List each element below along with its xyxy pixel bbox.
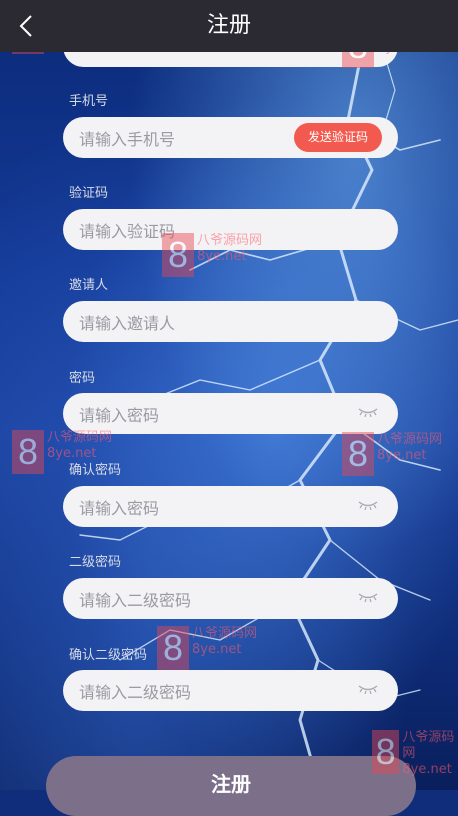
confirm-password-input[interactable]: 请输入密码 <box>63 486 398 527</box>
inviter-input[interactable]: 请输入邀请人 <box>63 301 398 342</box>
secondary-password-input[interactable]: 请输入二级密码 <box>63 578 398 619</box>
register-form: 手机号 请输入手机号 发送验证码 验证码 请输入验证码 邀请人 请输入邀请人 密… <box>0 0 458 816</box>
eye-closed-icon[interactable] <box>358 407 378 417</box>
label-verification-code: 验证码 <box>69 186 109 201</box>
label-secondary-password: 二级密码 <box>69 555 122 570</box>
page-title: 注册 <box>206 13 251 38</box>
eye-closed-icon[interactable] <box>358 592 378 602</box>
secondary-password-placeholder: 请输入二级密码 <box>79 590 192 610</box>
confirm-password-placeholder: 请输入密码 <box>79 498 160 518</box>
password-placeholder: 请输入密码 <box>79 405 160 425</box>
watermark-logo: 8 八爷源码网8ye.net <box>162 233 262 277</box>
register-button[interactable]: 注册 <box>46 756 416 816</box>
phone-placeholder: 请输入手机号 <box>79 129 176 149</box>
label-password: 密码 <box>69 371 96 386</box>
label-inviter: 邀请人 <box>69 278 109 293</box>
send-code-button[interactable]: 发送验证码 <box>293 123 382 152</box>
watermark-logo: 8 八爷源码网8ye.net <box>157 626 257 670</box>
watermark-logo: 8 八爷源码网8ye.net <box>342 432 442 476</box>
label-confirm-secondary-password: 确认二级密码 <box>69 648 148 663</box>
verification-code-placeholder: 请输入验证码 <box>79 221 176 241</box>
top-bar: 注册 <box>0 0 458 52</box>
inviter-placeholder: 请输入邀请人 <box>79 313 176 333</box>
confirm-secondary-password-placeholder: 请输入二级密码 <box>79 682 192 702</box>
eye-closed-icon[interactable] <box>358 684 378 694</box>
label-phone: 手机号 <box>69 94 109 109</box>
watermark-logo: 8 八爷源码网8ye.net <box>12 430 112 474</box>
eye-closed-icon[interactable] <box>358 500 378 510</box>
watermark-logo: 8 八爷源码网8ye.net <box>372 730 458 778</box>
password-input[interactable]: 请输入密码 <box>63 393 398 434</box>
confirm-secondary-password-input[interactable]: 请输入二级密码 <box>63 670 398 711</box>
phone-input[interactable]: 请输入手机号 发送验证码 <box>63 117 398 158</box>
